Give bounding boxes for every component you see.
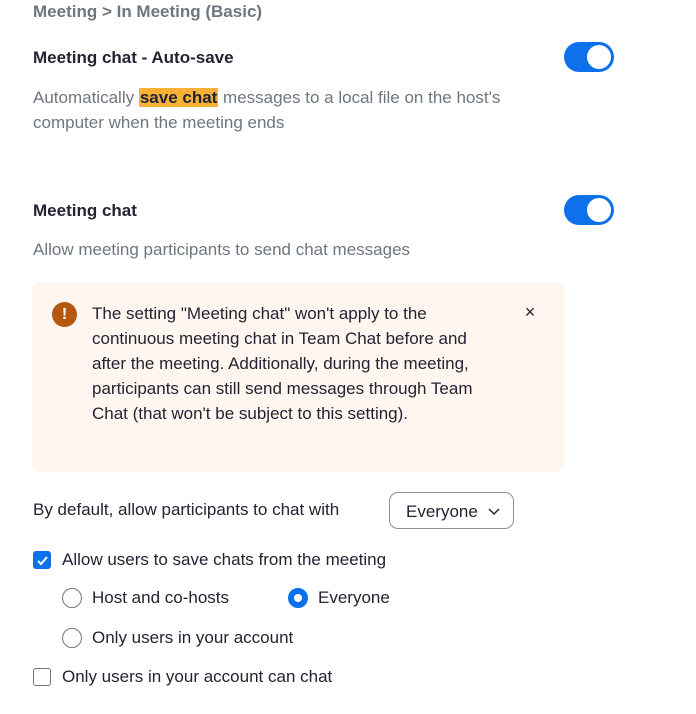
account-only-chat-label[interactable]: Only users in your account can chat xyxy=(62,667,332,687)
radio-host-cohosts[interactable] xyxy=(62,588,82,608)
breadcrumb: Meeting > In Meeting (Basic) xyxy=(33,2,263,21)
save-chats-label[interactable]: Allow users to save chats from the meeti… xyxy=(62,550,386,570)
radio-host-cohosts-label[interactable]: Host and co-hosts xyxy=(92,588,229,608)
radio-everyone[interactable] xyxy=(288,588,308,608)
radio-account-users-label[interactable]: Only users in your account xyxy=(92,628,293,648)
check-icon xyxy=(37,556,48,566)
default-chat-label: By default, allow participants to chat w… xyxy=(33,500,340,519)
autosave-toggle[interactable] xyxy=(564,42,614,72)
search-highlight: save chat xyxy=(138,88,219,107)
chat-with-dropdown[interactable]: Everyone xyxy=(389,492,514,529)
autosave-desc-before: Automatically xyxy=(33,88,139,107)
account-only-chat-checkbox[interactable] xyxy=(33,668,51,686)
radio-everyone-label[interactable]: Everyone xyxy=(318,588,390,608)
chevron-down-icon xyxy=(488,508,500,516)
radio-account-users[interactable] xyxy=(62,628,82,648)
notice-text: The setting "Meeting chat" won't apply t… xyxy=(92,304,473,423)
meeting-chat-toggle[interactable] xyxy=(564,195,614,225)
radio-dot xyxy=(294,594,302,602)
dropdown-value: Everyone xyxy=(406,502,478,521)
notice-banner: ! The setting "Meeting chat" won't apply… xyxy=(32,282,564,472)
meeting-chat-title: Meeting chat xyxy=(33,201,137,220)
save-chats-checkbox[interactable] xyxy=(33,551,51,569)
toggle-knob xyxy=(587,198,611,222)
close-icon[interactable]: × xyxy=(520,302,540,322)
toggle-knob xyxy=(587,45,611,69)
warning-icon: ! xyxy=(52,302,77,327)
autosave-title: Meeting chat - Auto-save xyxy=(33,48,234,67)
autosave-description: Automatically save chat messages to a lo… xyxy=(33,85,523,135)
meeting-chat-description: Allow meeting participants to send chat … xyxy=(33,240,411,259)
